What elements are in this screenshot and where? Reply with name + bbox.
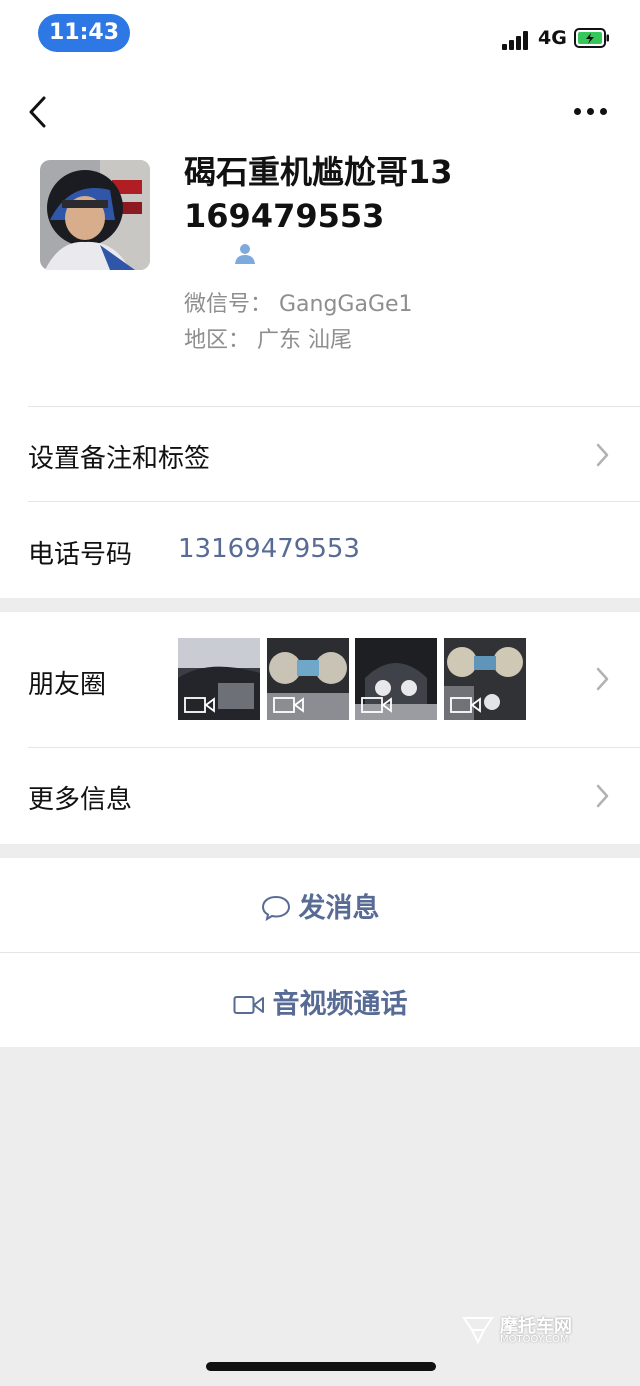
- chevron-right-icon: [596, 667, 609, 691]
- remark-and-tags-row[interactable]: 设置备注和标签: [28, 438, 210, 475]
- video-call-button[interactable]: 音视频通话: [0, 982, 640, 1021]
- chat-bubble-icon: [261, 895, 290, 922]
- status-time: 11:43: [38, 14, 130, 52]
- moments-thumbnail[interactable]: [444, 638, 526, 720]
- motorcycle-logo-icon: [462, 1317, 494, 1345]
- profile-name: 碣石重机尴尬哥13169479553: [184, 153, 453, 235]
- home-indicator[interactable]: [206, 1362, 436, 1371]
- back-chevron-left-icon[interactable]: [22, 92, 58, 132]
- status-bar: 11:43 4G: [0, 0, 640, 70]
- divider: [28, 406, 640, 407]
- phone-number-link[interactable]: 13169479553: [178, 534, 360, 564]
- video-camera-icon: [273, 697, 304, 713]
- region: 地区： 广东 汕尾: [184, 328, 352, 353]
- avatar[interactable]: [40, 160, 150, 270]
- more-info-row[interactable]: 更多信息: [28, 779, 132, 816]
- battery-charging-icon: [574, 28, 609, 48]
- watermark-subtext: MOTOOY.COM: [500, 1334, 569, 1345]
- phone-number-label: 电话号码: [28, 540, 133, 570]
- moments-thumbnail[interactable]: [267, 638, 349, 720]
- chevron-right-icon: [596, 784, 609, 808]
- divider: [0, 952, 640, 953]
- video-camera-icon: [450, 697, 481, 713]
- contact-person-icon: [235, 244, 255, 264]
- chevron-right-icon: [596, 443, 609, 467]
- watermark-logo: 摩托车网 MOTOOY.COM: [460, 1310, 600, 1350]
- cellular-signal-icon: [502, 30, 532, 50]
- moments-row[interactable]: 朋友圈: [28, 664, 106, 701]
- moments-thumbnail[interactable]: [355, 638, 437, 720]
- divider: [28, 501, 640, 502]
- send-message-label: 发消息: [298, 893, 380, 924]
- more-ellipsis-icon[interactable]: [570, 100, 612, 124]
- video-call-label: 音视频通话: [272, 989, 408, 1020]
- wechat-id: 微信号： GangGaGe1: [184, 292, 413, 317]
- send-message-button[interactable]: 发消息: [0, 886, 640, 925]
- moments-thumbnail[interactable]: [178, 638, 260, 720]
- network-type: 4G: [538, 27, 567, 49]
- divider: [28, 747, 640, 748]
- video-camera-icon: [233, 996, 264, 1014]
- video-camera-icon: [361, 697, 392, 713]
- video-camera-icon: [184, 697, 215, 713]
